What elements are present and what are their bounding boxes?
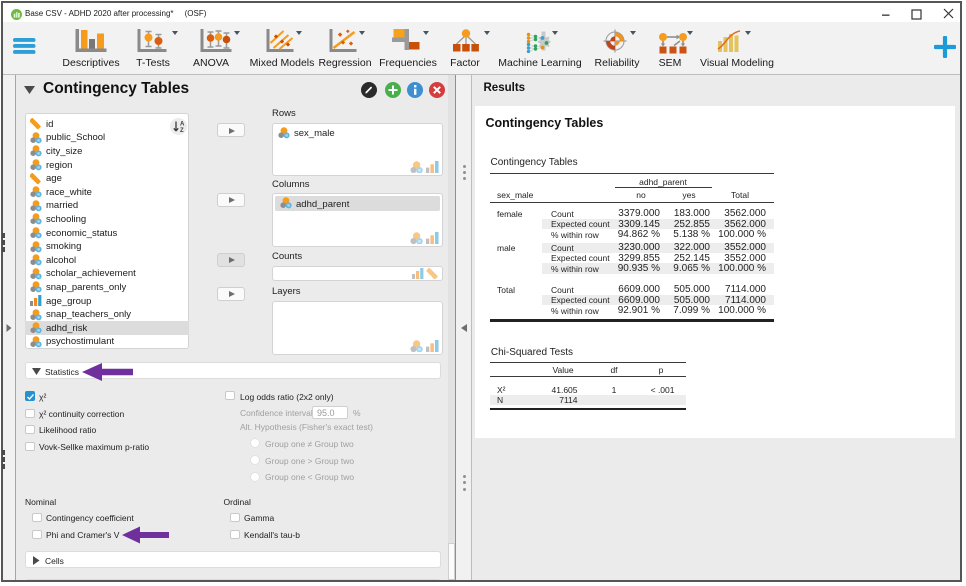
svg-text:Z: Z [180, 128, 184, 134]
svg-text:A: A [180, 122, 185, 128]
